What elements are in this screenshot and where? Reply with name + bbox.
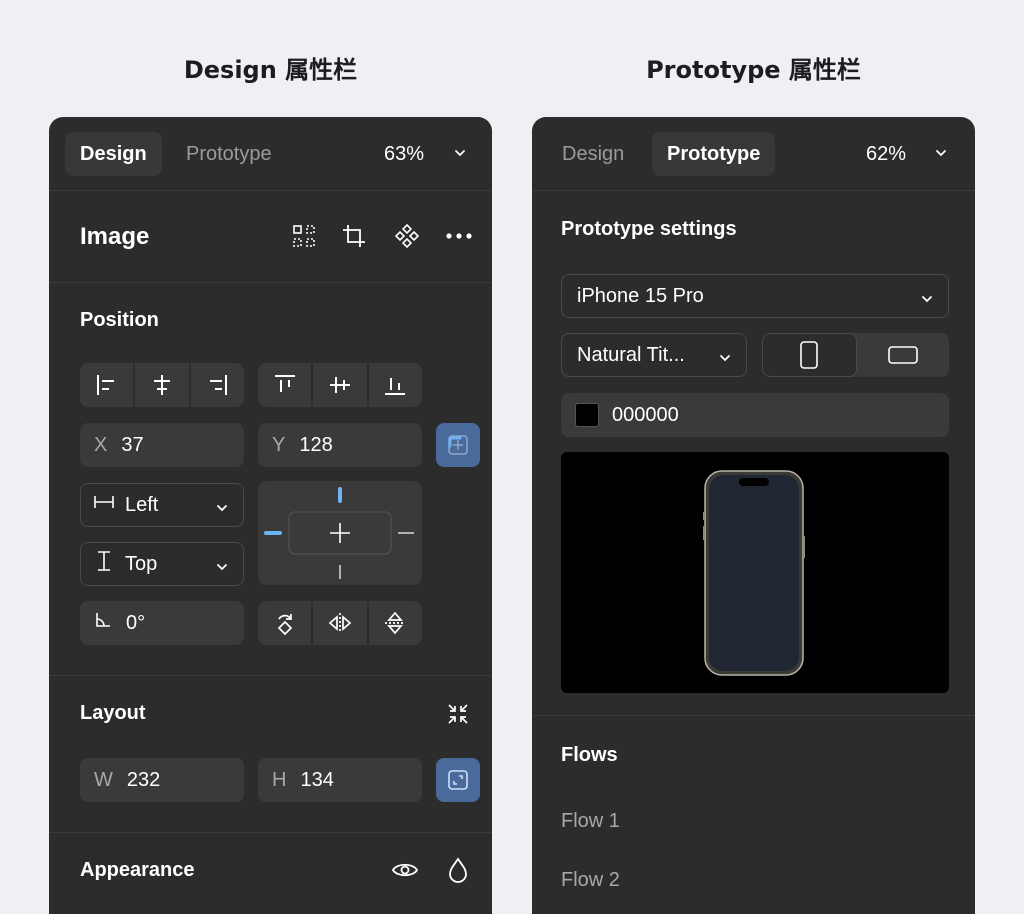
caption-design: Design 属性栏 <box>183 56 358 84</box>
align-bottom-icon[interactable] <box>369 363 422 407</box>
h-label: H <box>272 768 287 791</box>
h-value: 134 <box>300 768 334 791</box>
component-icon[interactable] <box>394 223 420 249</box>
zoom-level[interactable]: 63% <box>384 132 424 176</box>
chevron-down-icon <box>215 557 229 580</box>
crop-icon[interactable] <box>341 223 367 249</box>
constraint-vertical-value: Top <box>125 552 158 575</box>
tab-prototype[interactable]: Prototype <box>171 132 287 176</box>
tab-prototype[interactable]: Prototype <box>652 132 776 176</box>
device-select[interactable]: iPhone 15 Pro <box>561 274 949 318</box>
align-top-icon[interactable] <box>258 363 314 407</box>
more-icon[interactable] <box>444 223 474 249</box>
divider <box>49 675 492 676</box>
color-hex-value: 000000 <box>612 403 679 426</box>
y-value: 128 <box>299 433 333 456</box>
flows-label: Flows <box>561 744 618 766</box>
align-center-vertical-icon[interactable] <box>313 363 369 407</box>
color-swatch[interactable] <box>575 403 599 427</box>
chevron-down-icon[interactable] <box>932 144 950 162</box>
grid-select-icon[interactable] <box>291 223 317 249</box>
lock-aspect-ratio-button[interactable] <box>436 758 480 802</box>
transform-group <box>258 601 422 645</box>
align-left-icon[interactable] <box>80 363 136 407</box>
layout-label: Layout <box>80 702 146 724</box>
rotation-value: 0° <box>126 611 146 634</box>
collapse-icon[interactable] <box>445 701 471 727</box>
panel-tabbar: Design Prototype 62% <box>532 117 975 191</box>
background-color-input[interactable]: 000000 <box>561 393 949 437</box>
divider <box>49 832 492 833</box>
constraint-vertical-select[interactable]: Top <box>80 542 244 586</box>
chevron-down-icon <box>920 289 934 312</box>
align-horizontal-group <box>80 363 244 407</box>
device-value: iPhone 15 Pro <box>577 284 704 307</box>
chevron-down-icon <box>215 498 229 521</box>
w-value: 232 <box>126 768 161 791</box>
iphone-preview-image <box>703 470 805 676</box>
w-label: W <box>94 768 113 791</box>
divider <box>49 282 492 283</box>
panel-tabbar: Design Prototype 63% <box>49 117 492 191</box>
tab-design[interactable]: Design <box>547 132 639 176</box>
y-input[interactable]: Y 128 <box>258 423 422 467</box>
zoom-level[interactable]: 62% <box>866 132 906 176</box>
layer-title: Image <box>80 223 150 250</box>
constraint-horizontal-value: Left <box>125 493 159 516</box>
design-properties-panel: Design Prototype 63% Image Position X 37… <box>49 117 492 914</box>
prototype-properties-panel: Design Prototype 62% Prototype settings … <box>532 117 975 914</box>
constraint-anchor-widget[interactable] <box>258 481 422 585</box>
position-label: Position <box>80 309 159 331</box>
appearance-label: Appearance <box>80 859 195 881</box>
flip-horizontal-icon[interactable] <box>313 601 369 645</box>
prototype-settings-title: Prototype settings <box>561 218 737 240</box>
orientation-toggle <box>762 333 949 377</box>
constraint-horizontal-select[interactable]: Left <box>80 483 244 527</box>
height-input[interactable]: H 134 <box>258 758 422 802</box>
rotate-icon[interactable] <box>258 601 314 645</box>
chevron-down-icon[interactable] <box>451 144 469 162</box>
eye-icon[interactable] <box>391 856 419 884</box>
device-model-value: Natural Tit... <box>577 343 685 366</box>
y-label: Y <box>272 433 286 456</box>
horizontal-constraint-icon <box>93 491 115 519</box>
rotation-input[interactable]: 0° <box>80 601 244 645</box>
x-input[interactable]: X 37 <box>80 423 244 467</box>
x-label: X <box>94 433 108 456</box>
flip-vertical-icon[interactable] <box>369 601 422 645</box>
divider <box>532 715 975 716</box>
portrait-icon[interactable] <box>762 333 857 377</box>
align-right-icon[interactable] <box>191 363 244 407</box>
tab-design[interactable]: Design <box>65 132 162 176</box>
caption-prototype: Prototype 属性栏 <box>646 56 861 84</box>
width-input[interactable]: W 232 <box>80 758 244 802</box>
device-preview <box>561 452 949 693</box>
drop-icon[interactable] <box>445 856 471 884</box>
landscape-icon[interactable] <box>857 333 950 377</box>
flow-item[interactable]: Flow 1 <box>561 810 620 833</box>
chevron-down-icon <box>718 348 732 371</box>
device-model-select[interactable]: Natural Tit... <box>561 333 747 377</box>
vertical-constraint-icon <box>93 550 115 578</box>
align-vertical-group <box>258 363 422 407</box>
flow-item[interactable]: Flow 2 <box>561 869 620 892</box>
x-value: 37 <box>121 433 144 456</box>
constraints-toggle-button[interactable] <box>436 423 480 467</box>
align-center-horizontal-icon[interactable] <box>135 363 191 407</box>
angle-icon <box>94 611 112 635</box>
